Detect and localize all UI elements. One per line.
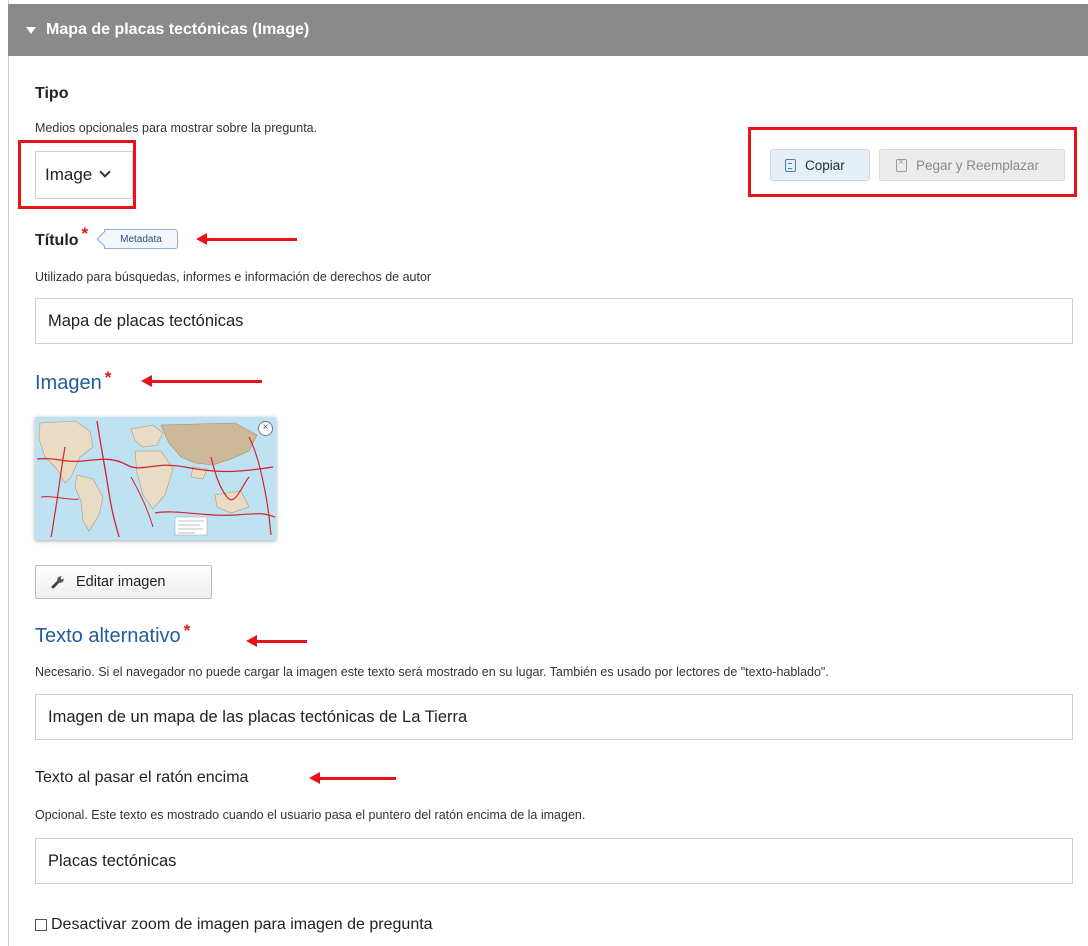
tipo-description: Medios opcionales para mostrar sobre la … (35, 121, 318, 135)
alt-text-input-value: Imagen de un mapa de las placas tectónic… (48, 707, 468, 726)
disable-zoom-checkbox-row[interactable]: Desactivar zoom de imagen para imagen de… (35, 916, 433, 934)
disable-zoom-checkbox[interactable] (35, 919, 47, 931)
required-asterisk: * (104, 368, 112, 387)
required-asterisk: * (81, 224, 89, 243)
close-icon[interactable]: × (258, 421, 273, 436)
imagen-label: Imagen * (35, 368, 111, 395)
metadata-badge-text: Metadata (120, 233, 162, 245)
required-asterisk: * (183, 621, 191, 640)
edit-image-button[interactable]: Editar imagen (35, 565, 212, 599)
wrench-icon (51, 576, 64, 589)
imagen-label-text: Imagen (35, 372, 102, 394)
titulo-description: Utilizado para búsquedas, informes e inf… (35, 270, 432, 284)
annotation-arrow-alt (246, 635, 307, 647)
hover-text-input-value: Placas tectónicas (48, 851, 177, 870)
hover-text-label: Texto al pasar el ratón encima (35, 769, 249, 786)
titulo-input-value: Mapa de placas tectónicas (48, 311, 244, 330)
titulo-input[interactable]: Mapa de placas tectónicas (35, 298, 1073, 344)
annotation-arrow-hover (309, 772, 396, 784)
alt-text-input[interactable]: Imagen de un mapa de las placas tectónic… (35, 694, 1073, 740)
annotation-arrow-titulo (196, 233, 297, 245)
image-thumbnail[interactable]: × (35, 417, 276, 540)
titulo-label: Título * (35, 224, 88, 250)
annotation-box-actions (748, 127, 1077, 197)
hover-text-description: Opcional. Este texto es mostrado cuando … (35, 808, 586, 822)
section-header[interactable]: Mapa de placas tectónicas (Image) (8, 4, 1088, 56)
alt-text-label-text: Texto alternativo (35, 625, 181, 647)
hover-text-input[interactable]: Placas tectónicas (35, 838, 1073, 884)
tipo-label: Tipo (35, 85, 69, 102)
caret-down-icon[interactable] (26, 26, 36, 34)
annotation-arrow-imagen (141, 375, 262, 387)
alt-text-label: Texto alternativo * (35, 621, 190, 648)
section-title: Mapa de placas tectónicas (Image) (46, 21, 310, 38)
edit-image-label: Editar imagen (76, 574, 166, 590)
titulo-label-text: Título (35, 232, 79, 249)
tectonic-map-thumbnail (35, 417, 276, 540)
metadata-badge: Metadata (104, 229, 178, 249)
alt-text-description: Necesario. Si el navegador no puede carg… (35, 665, 829, 679)
annotation-box-type (18, 140, 136, 209)
disable-zoom-label: Desactivar zoom de imagen para imagen de… (51, 916, 433, 933)
